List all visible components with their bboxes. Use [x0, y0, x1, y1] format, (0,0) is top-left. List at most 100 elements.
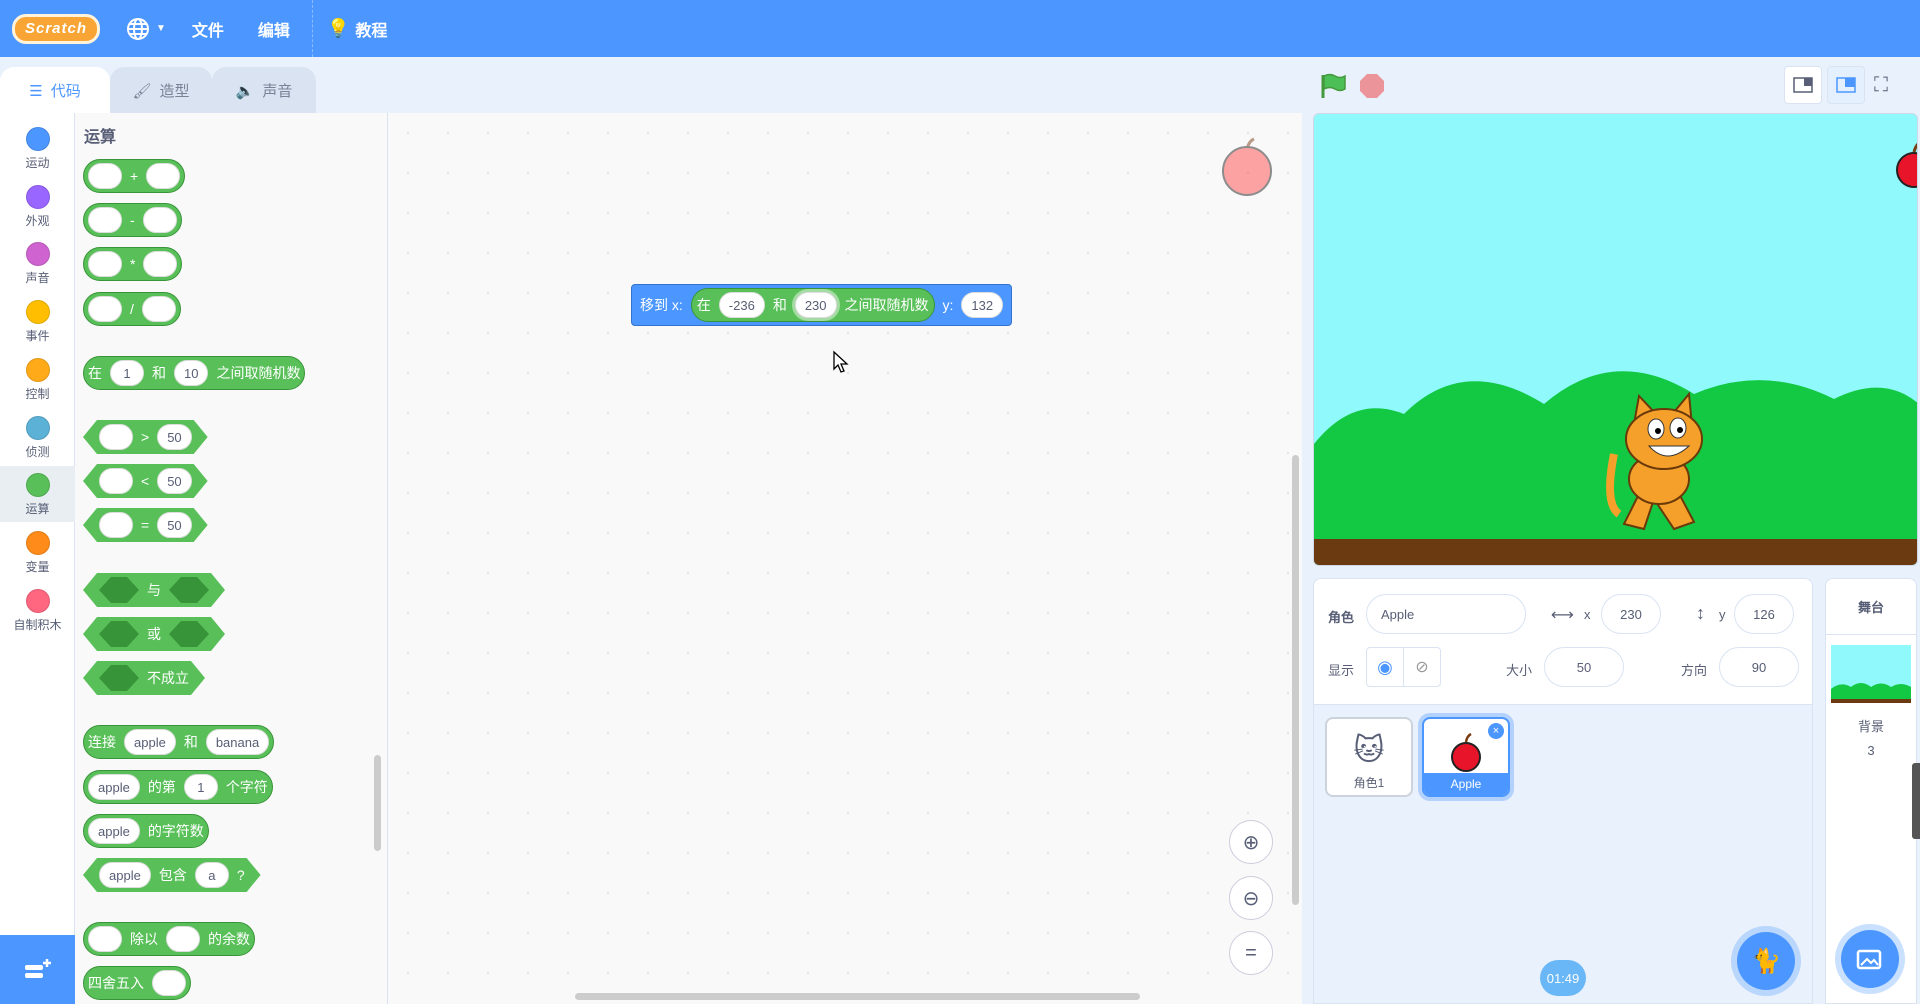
block-input[interactable]: 50	[157, 468, 191, 494]
scratch-logo[interactable]: Scratch	[12, 13, 100, 44]
stage-canvas[interactable]	[1313, 113, 1918, 566]
add-extension-button[interactable]	[0, 935, 75, 1004]
palette-block[interactable]: 在 1 和 10 之间取随机数	[83, 356, 306, 390]
tab-code[interactable]: ☰ 代码	[0, 67, 110, 113]
tab-sounds[interactable]: 🔈 声音	[212, 67, 316, 113]
pick-random-block[interactable]: 在 -236 和 230 之间取随机数	[690, 288, 935, 322]
edit-menu[interactable]: 编辑	[258, 17, 290, 41]
block-input[interactable]: banana	[205, 729, 270, 755]
palette-block[interactable]: >50	[83, 420, 208, 454]
palette-block[interactable]: 除以 的余数	[83, 922, 255, 956]
y-input[interactable]: 126	[1734, 594, 1794, 634]
block-input[interactable]	[146, 163, 181, 189]
block-input[interactable]	[142, 207, 177, 233]
block-input[interactable]: 1	[110, 360, 144, 386]
palette-block[interactable]: apple 的字符数	[83, 814, 209, 848]
palette-block[interactable]: 或	[83, 617, 225, 651]
block-input[interactable]	[99, 468, 133, 494]
block-input[interactable]: 50	[157, 512, 191, 538]
size-input[interactable]: 50	[1544, 647, 1624, 687]
stop-icon[interactable]	[1358, 72, 1386, 100]
block-text: >	[141, 429, 150, 445]
category-8[interactable]: 自制积木	[0, 582, 75, 638]
small-stage-button[interactable]	[1784, 66, 1822, 104]
choose-backdrop-button[interactable]	[1841, 930, 1899, 988]
palette-block[interactable]: 连接 apple 和 banana	[83, 725, 275, 759]
block-input[interactable]: 1	[183, 774, 218, 800]
block-input[interactable]	[88, 163, 122, 189]
script-horizontal-scrollbar[interactable]	[575, 993, 1140, 1000]
y-label: y:	[942, 297, 954, 313]
block-input[interactable]	[88, 926, 122, 952]
category-6[interactable]: 运算	[0, 466, 75, 523]
y-input[interactable]: 132	[961, 292, 1004, 318]
palette-block[interactable]: 不成立	[83, 661, 205, 695]
palette-block[interactable]: -	[83, 203, 182, 237]
palette-block[interactable]: *	[83, 247, 183, 281]
zoom-out-button[interactable]: ⊖	[1229, 876, 1273, 920]
boolean-slot	[99, 621, 139, 647]
block-input[interactable]	[88, 207, 122, 233]
sprite-name: 角色1	[1353, 776, 1385, 790]
script-vertical-scrollbar[interactable]	[1292, 455, 1299, 905]
category-1[interactable]: 外观	[0, 178, 75, 234]
hide-button[interactable]: ⊘	[1403, 647, 1441, 687]
block-input[interactable]	[141, 296, 176, 322]
goto-label: 移到 x:	[640, 297, 683, 313]
category-7[interactable]: 变量	[0, 524, 75, 580]
category-5[interactable]: 侦测	[0, 409, 75, 465]
block-input[interactable]	[88, 296, 122, 322]
side-handle[interactable]	[1912, 763, 1920, 839]
category-3[interactable]: 事件	[0, 293, 75, 349]
delete-sprite-button[interactable]: ×	[1488, 723, 1504, 739]
block-input[interactable]: apple	[99, 862, 151, 888]
palette-scrollbar[interactable]	[374, 755, 381, 851]
palette-block[interactable]: +	[83, 159, 186, 193]
sprite-thumb-cat[interactable]: 🐱 角色1	[1325, 717, 1413, 797]
block-input[interactable]: 50	[157, 424, 191, 450]
block-input[interactable]: apple	[88, 818, 140, 844]
category-4[interactable]: 控制	[0, 351, 75, 407]
block-input[interactable]	[88, 251, 122, 277]
language-menu[interactable]: ▼	[126, 17, 166, 41]
random-from-input[interactable]: -236	[718, 292, 765, 318]
zoom-reset-icon: =	[1245, 941, 1257, 964]
zoom-in-button[interactable]: ⊕	[1229, 820, 1273, 864]
block-input[interactable]	[166, 926, 200, 952]
tutorials-menu[interactable]: 💡 教程	[327, 17, 387, 41]
palette-block[interactable]: /	[83, 292, 181, 326]
block-input[interactable]: apple	[124, 729, 176, 755]
direction-input[interactable]: 90	[1719, 647, 1799, 687]
script-area[interactable]	[388, 113, 1302, 1004]
choose-sprite-button[interactable]: 🐈	[1737, 932, 1795, 990]
block-input[interactable]	[99, 424, 133, 450]
palette-block[interactable]: apple 包含 a?	[83, 858, 261, 892]
palette-block[interactable]: 四舍五入	[83, 966, 191, 1000]
x-input[interactable]: 230	[1601, 594, 1661, 634]
block-input[interactable]: 10	[174, 360, 209, 386]
block-input[interactable]: apple	[88, 774, 140, 800]
normal-stage-button[interactable]	[1827, 66, 1865, 104]
random-and: 和	[772, 297, 787, 313]
file-menu[interactable]: 文件	[192, 17, 224, 41]
block-input[interactable]	[99, 512, 133, 538]
green-flag-icon[interactable]	[1318, 72, 1348, 100]
random-to-input[interactable]: 230	[794, 292, 837, 318]
category-2[interactable]: 声音	[0, 235, 75, 291]
palette-block[interactable]: 与	[83, 573, 225, 607]
show-button[interactable]: ◉	[1366, 647, 1404, 687]
block-input[interactable]: a	[195, 862, 229, 888]
block-input[interactable]	[152, 970, 186, 996]
fullscreen-icon[interactable]: ⛶	[1874, 74, 1888, 97]
category-label: 侦测	[25, 444, 50, 459]
category-0[interactable]: 运动	[0, 120, 75, 176]
goto-xy-block[interactable]: 移到 x: 在 -236 和 230 之间取随机数 y: 132	[631, 284, 1013, 326]
palette-block[interactable]: apple 的第 1 个字符	[83, 770, 273, 804]
sprite-thumb-apple[interactable]: × Apple	[1422, 717, 1510, 797]
tab-costumes[interactable]: 🖌 造型	[110, 67, 212, 113]
zoom-reset-button[interactable]: =	[1229, 931, 1273, 975]
block-input[interactable]	[143, 251, 178, 277]
palette-block[interactable]: <50	[83, 464, 208, 498]
palette-block[interactable]: = 50	[83, 508, 208, 542]
sprite-name-input[interactable]: Apple	[1366, 594, 1526, 634]
